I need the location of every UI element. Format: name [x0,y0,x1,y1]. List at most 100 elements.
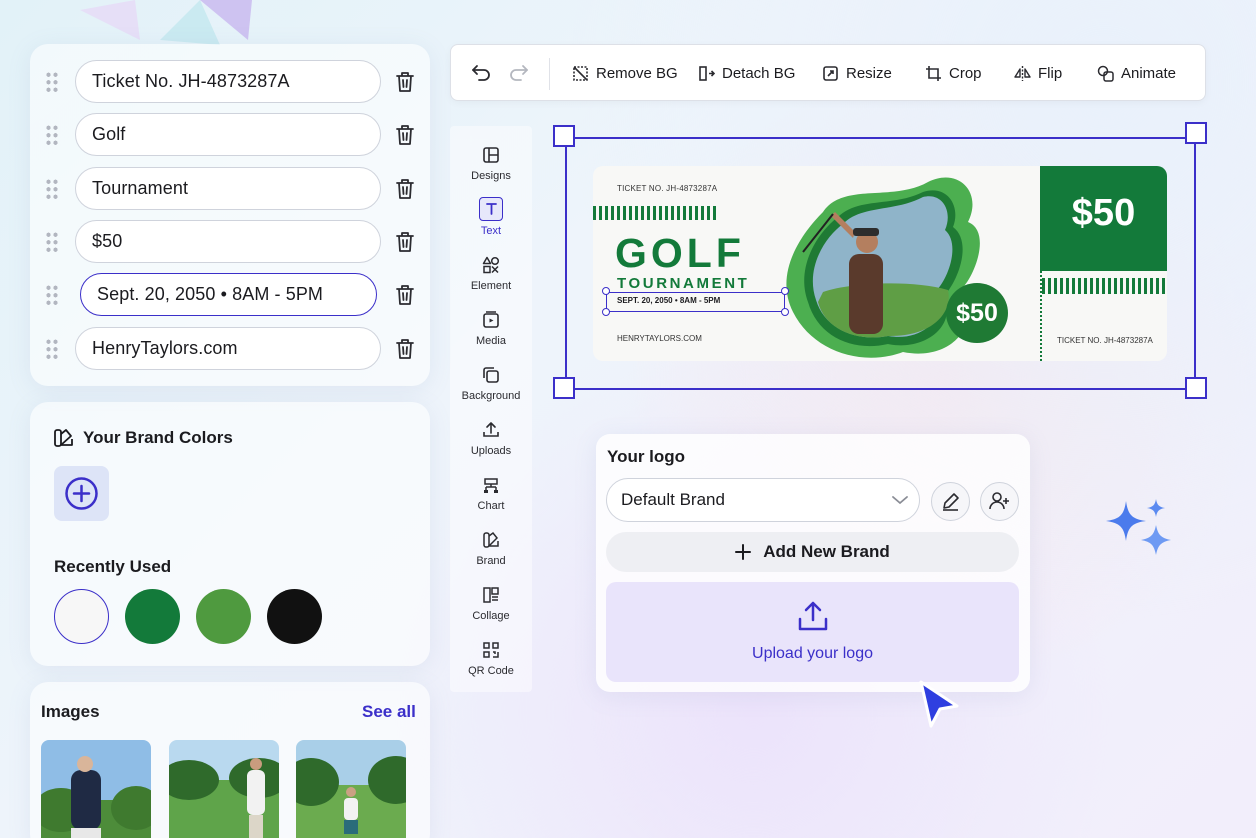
detach-bg-label: Detach BG [722,64,796,82]
remove-bg-icon [573,65,588,81]
drag-handle-icon[interactable] [45,231,59,253]
add-member-button[interactable] [980,482,1019,521]
crop-button[interactable]: Crop [925,63,982,83]
drag-handle-icon[interactable] [45,178,59,200]
upload-icon [483,422,499,437]
flip-label: Flip [1038,64,1063,82]
brand-select-value: Default Brand [621,490,725,509]
nav-background[interactable]: Background [450,366,532,402]
pencil-icon [943,493,959,511]
upload-logo-label: Upload your logo [752,645,873,662]
field-row: Ticket No. JH-4873287A [30,60,430,104]
nav-collage[interactable]: Collage [450,586,532,622]
text-field[interactable]: Tournament [75,167,381,210]
recently-used-title: Recently Used [54,557,172,576]
nav-qr-code[interactable]: QR Code [450,641,532,677]
mouse-cursor-icon [919,680,959,728]
resize-handle-top-right[interactable] [1185,122,1207,144]
trash-icon[interactable] [394,283,416,307]
nav-background-label: Background [461,390,521,402]
canvas-selection-frame [565,137,1196,390]
color-swatch-dark-green[interactable] [125,589,180,644]
brand-icon [483,531,499,548]
brand-colors-title: Your Brand Colors [83,428,233,447]
trash-icon[interactable] [394,337,416,361]
nav-qr-code-label: QR Code [468,665,514,677]
element-icon [482,256,500,274]
upload-icon [798,601,828,631]
nav-element[interactable]: Element [450,256,532,292]
color-swatch-green[interactable] [196,589,251,644]
trash-icon[interactable] [394,177,416,201]
sparkle-icon [1106,499,1171,555]
drag-handle-icon[interactable] [45,284,59,306]
nav-text[interactable]: Text [450,197,532,237]
animate-button[interactable]: Animate [1097,63,1176,83]
text-field[interactable]: HenryTaylors.com [75,327,381,370]
chevron-down-icon [892,496,908,505]
image-thumbnail[interactable] [41,740,151,838]
nav-designs-label: Designs [471,170,511,182]
nav-brand[interactable]: Brand [450,531,532,567]
add-color-button[interactable] [54,466,109,521]
flip-icon [1014,65,1031,81]
text-field[interactable]: $50 [75,220,381,263]
text-field[interactable]: Golf [75,113,381,156]
qr-code-icon [483,642,499,658]
animate-label: Animate [1121,64,1177,82]
flip-button[interactable]: Flip [1014,63,1062,83]
color-swatch-black[interactable] [267,589,322,644]
trash-icon[interactable] [394,123,416,147]
decorative-shapes [80,0,252,45]
brand-select[interactable]: Default Brand [606,478,920,522]
designs-icon [483,147,499,163]
image-thumbnail[interactable] [169,740,279,838]
add-new-brand-label: Add New Brand [763,542,890,561]
nav-designs[interactable]: Designs [450,146,532,182]
toolbar-divider [549,58,550,90]
detach-bg-icon [699,65,715,81]
redo-icon[interactable] [508,62,530,82]
field-row: Sept. 20, 2050 • 8AM - 5PM [30,273,430,317]
background-icon [483,367,499,383]
image-thumbnail[interactable] [296,740,406,838]
remove-bg-button[interactable]: Remove BG [572,63,678,83]
palette-icon [54,429,73,447]
nav-uploads-label: Uploads [470,445,512,457]
detach-bg-button[interactable]: Detach BG [698,63,795,83]
nav-element-label: Element [470,280,512,292]
nav-chart-label: Chart [477,500,505,512]
edit-brand-button[interactable] [931,482,970,521]
color-swatch-white[interactable] [54,589,109,644]
nav-chart[interactable]: Chart [450,476,532,512]
plus-circle-icon [65,477,98,510]
user-plus-icon [989,492,1009,510]
resize-icon [823,65,838,81]
drag-handle-icon[interactable] [45,338,59,360]
drag-handle-icon[interactable] [45,71,59,93]
field-row: HenryTaylors.com [30,327,430,371]
trash-icon[interactable] [394,70,416,94]
resize-handle-top-left[interactable] [553,125,575,147]
plus-icon [735,544,752,560]
see-all-link[interactable]: See all [362,702,416,722]
text-field[interactable]: Ticket No. JH-4873287A [75,60,381,103]
nav-media-label: Media [476,335,506,347]
resize-handle-bottom-right[interactable] [1185,377,1207,399]
nav-media[interactable]: Media [450,311,532,347]
undo-icon[interactable] [470,62,492,82]
text-icon [479,197,503,221]
add-new-brand-button[interactable]: Add New Brand [606,532,1019,572]
nav-brand-label: Brand [476,555,506,567]
chart-icon [484,478,498,493]
drag-handle-icon[interactable] [45,124,59,146]
collage-icon [483,587,499,603]
nav-uploads[interactable]: Uploads [450,421,532,457]
images-title: Images [41,702,100,721]
trash-icon[interactable] [394,230,416,254]
resize-button[interactable]: Resize [822,63,892,83]
text-field-active[interactable]: Sept. 20, 2050 • 8AM - 5PM [80,273,377,316]
crop-label: Crop [949,64,982,82]
resize-handle-bottom-left[interactable] [553,377,575,399]
media-icon [483,311,499,328]
